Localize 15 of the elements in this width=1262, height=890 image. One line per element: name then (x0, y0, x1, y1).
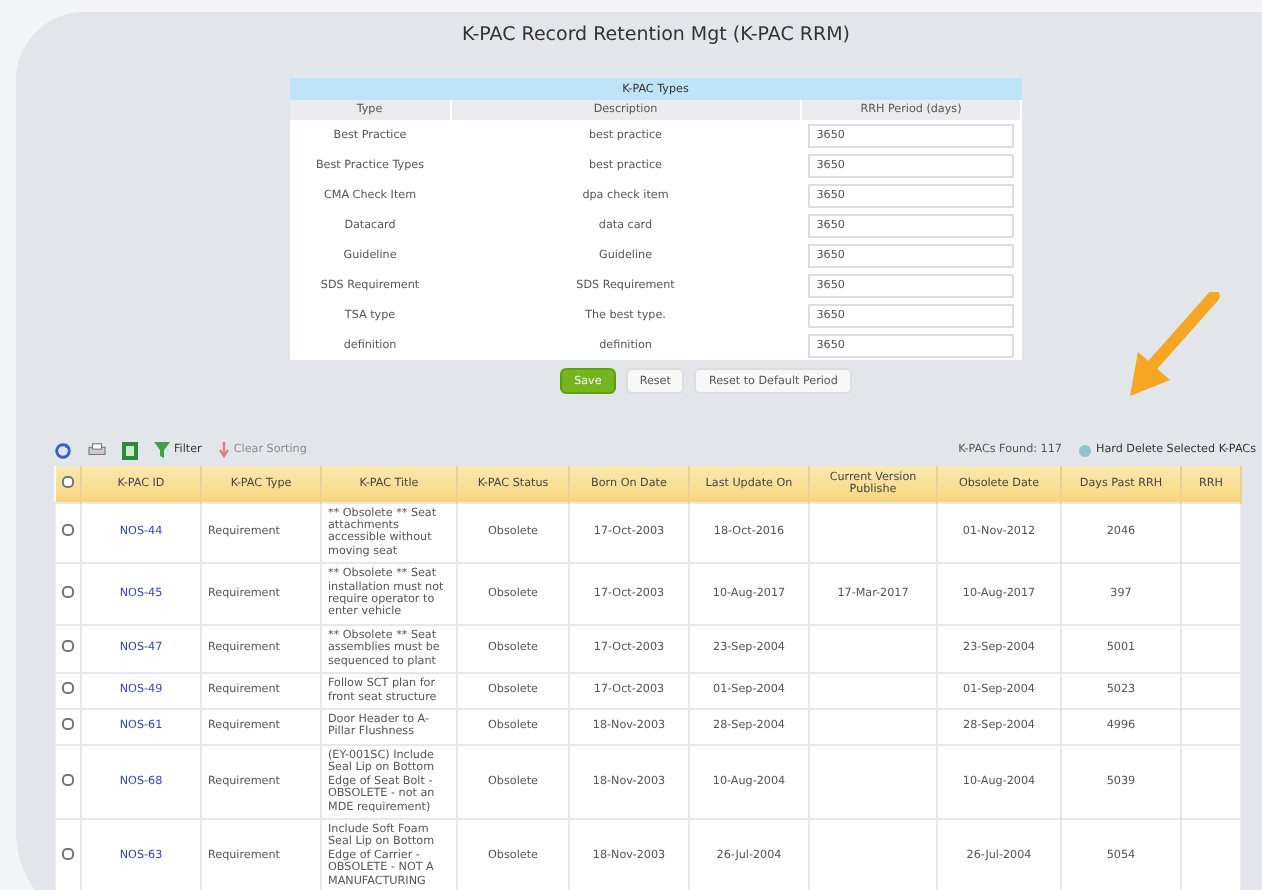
row-checkbox[interactable] (62, 682, 74, 695)
filter-icon (154, 442, 170, 458)
row-checkbox[interactable] (62, 773, 74, 786)
page-title: K-PAC Record Retention Mgt (K-PAC RRM) (462, 24, 850, 46)
row-checkbox[interactable] (62, 718, 74, 731)
print-icon (88, 442, 106, 458)
delete-icon (1077, 443, 1092, 457)
row-checkbox[interactable] (62, 640, 74, 653)
row-checkbox[interactable] (62, 847, 74, 860)
print-button[interactable] (88, 442, 106, 458)
row-checkbox[interactable] (62, 585, 74, 598)
clear-sort-icon (217, 442, 230, 458)
select-all-checkbox[interactable] (61, 475, 74, 488)
row-checkbox[interactable] (62, 524, 74, 537)
pointer-arrow (1126, 292, 1222, 400)
